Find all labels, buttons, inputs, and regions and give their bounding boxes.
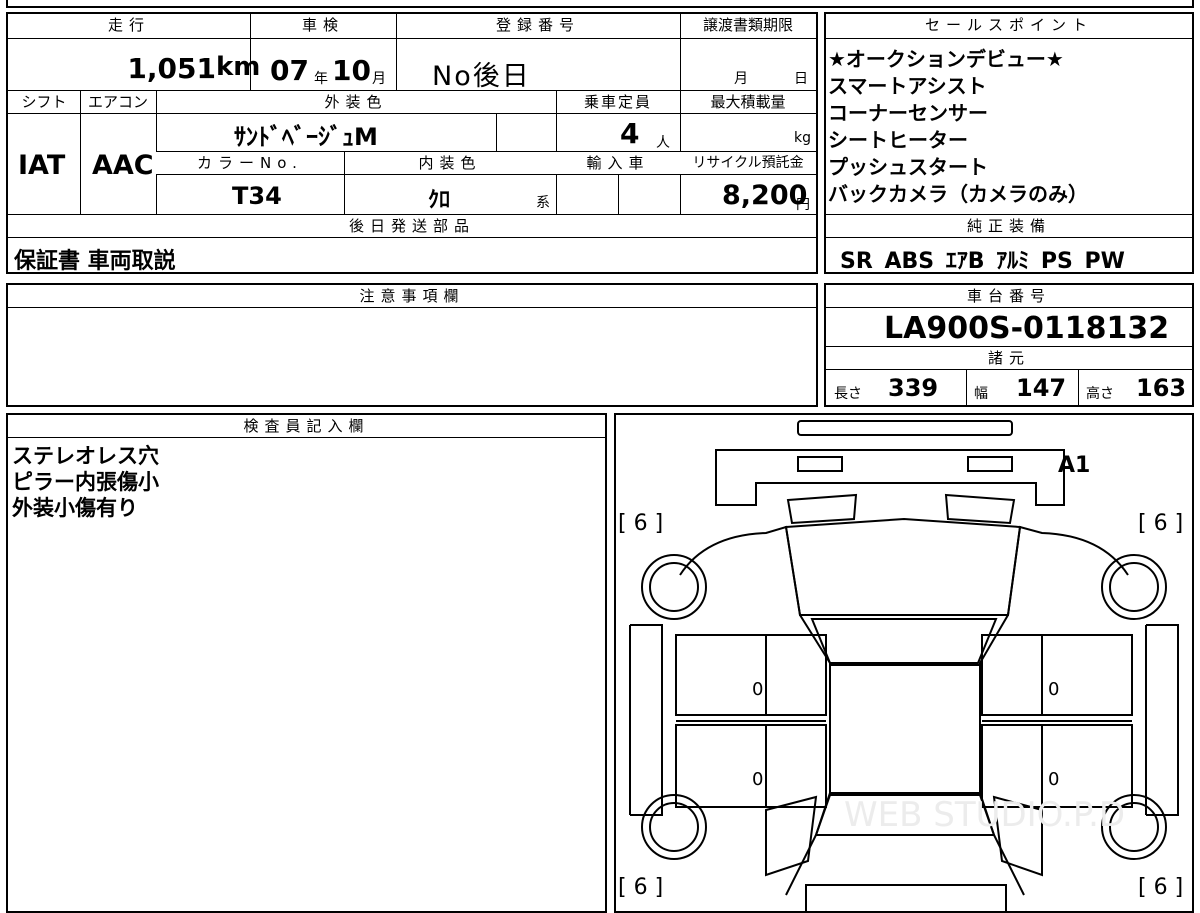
sales-points-list: ★オークションデビュー★ スマートアシスト コーナーセンサー シートヒーター プッシュス… <box>828 46 1088 208</box>
tire-rear-left-mark: [ 6 ] <box>618 875 664 900</box>
header-color-no: カラーNo. <box>156 152 344 174</box>
header-interior-color: 内装色 <box>344 152 556 174</box>
color-no-value: T34 <box>232 182 282 210</box>
inspection-month-unit: 月 <box>372 71 386 87</box>
deadline-day-unit: 日 <box>794 71 808 87</box>
header-specs: 諸元 <box>826 347 1192 369</box>
header-inspector: 検査員記入欄 <box>8 415 605 437</box>
inspector-note-line: ピラー内張傷小 <box>12 470 159 494</box>
header-standard-equipment: 純正装備 <box>826 215 1192 237</box>
header-mileage: 走行 <box>8 14 250 38</box>
header-inspection: 車検 <box>250 14 396 38</box>
height-value: 163 <box>1136 374 1187 402</box>
sales-point-item: バックカメラ（カメラのみ） <box>828 182 1088 206</box>
max-load-unit: kg <box>794 130 811 146</box>
interior-color-value: ｸﾛ <box>428 188 451 213</box>
capacity-value: 4 <box>620 117 640 150</box>
header-later-parts: 後日発送部品 <box>8 215 816 237</box>
door-rear-right-mark: 0 <box>1048 769 1060 790</box>
length-label: 長さ <box>834 386 862 402</box>
header-sales-points: セールスポイント <box>826 14 1192 38</box>
sales-point-item: プッシュスタート <box>828 155 988 179</box>
sales-points-box: セールスポイント ★オークションデビュー★ スマートアシスト コーナーセンサー シート… <box>824 12 1194 274</box>
header-registration-number: 登録番号 <box>396 14 680 38</box>
header-transfer-deadline: 譲渡書類期限 <box>680 14 816 38</box>
tire-front-left-mark: [ 6 ] <box>618 511 664 536</box>
notes-box: 注意事項欄 <box>6 283 818 407</box>
sales-point-item: スマートアシスト <box>828 74 987 98</box>
sales-point-item: ★オークションデビュー★ <box>828 47 1064 71</box>
chassis-number-value: LA900S-0118132 <box>884 311 1170 346</box>
sales-point-item: シートヒーター <box>828 128 968 152</box>
exterior-color-value: ｻﾝﾄﾞﾍﾞｰｼﾞｭM <box>234 123 378 151</box>
door-front-right-mark: 0 <box>1048 679 1060 700</box>
header-capacity: 乗車定員 <box>556 91 680 113</box>
inspector-notes: ステレオレス穴 ピラー内張傷小 外装小傷有り <box>12 443 159 521</box>
header-notes: 注意事項欄 <box>8 285 816 307</box>
deadline-month-unit: 月 <box>734 71 748 87</box>
interior-color-suffix: 系 <box>536 195 550 211</box>
inspection-month: 10 <box>332 54 371 87</box>
header-exterior-color: 外装色 <box>156 91 556 113</box>
length-value: 339 <box>888 374 939 402</box>
damage-mark-a1: A1 <box>1058 453 1091 478</box>
recycle-fee-unit: 円 <box>796 197 810 213</box>
width-value: 147 <box>1016 374 1067 402</box>
vehicle-info-table: 走行 車検 登録番号 譲渡書類期限 1,051 km 07 年 10 月 No後… <box>6 12 818 274</box>
header-chassis-number: 車台番号 <box>826 285 1192 307</box>
inspection-year: 07 <box>270 54 309 87</box>
inspection-year-unit: 年 <box>314 71 328 87</box>
header-aircon: エアコン <box>80 91 156 113</box>
car-diagram-box: [ 6 ] [ 6 ] [ 6 ] [ 6 ] A1 0 0 0 0 WEB S… <box>614 413 1194 913</box>
shift-value: IAT <box>18 150 66 181</box>
header-recycle-fee: リサイクル預託金 <box>680 152 816 174</box>
registration-value: No後日 <box>432 61 531 92</box>
standard-equipment-value: SR ABS ｴｱB ｱﾙﾐ PS PW <box>840 249 1125 274</box>
height-label: 高さ <box>1086 386 1114 402</box>
mileage-value: 1,051 <box>127 52 216 85</box>
watermark: WEB STUDIO.P.D <box>844 795 1126 835</box>
header-shift: シフト <box>8 91 80 113</box>
sales-point-item: コーナーセンサー <box>828 101 988 125</box>
chassis-box: 車台番号 LA900S-0118132 諸元 長さ 339 幅 147 高さ 1… <box>824 283 1194 407</box>
top-cutoff-strip <box>6 0 1194 8</box>
width-label: 幅 <box>974 386 988 402</box>
car-diagram <box>629 420 1179 911</box>
header-import: 輸入車 <box>556 152 680 174</box>
recycle-fee-value: 8,200 <box>722 180 808 211</box>
tire-rear-right-mark: [ 6 ] <box>1138 875 1184 900</box>
mileage-unit: km <box>216 52 261 82</box>
door-front-left-mark: 0 <box>752 679 764 700</box>
door-rear-left-mark: 0 <box>752 769 764 790</box>
inspector-note-line: ステレオレス穴 <box>12 444 159 468</box>
inspector-note-line: 外装小傷有り <box>12 496 138 520</box>
aircon-value: AAC <box>92 150 154 181</box>
inspector-box: 検査員記入欄 ステレオレス穴 ピラー内張傷小 外装小傷有り <box>6 413 607 913</box>
capacity-unit: 人 <box>656 135 670 151</box>
later-parts-value: 保証書 車両取説 <box>14 249 176 274</box>
tire-front-right-mark: [ 6 ] <box>1138 511 1184 536</box>
header-max-load: 最大積載量 <box>680 91 816 113</box>
